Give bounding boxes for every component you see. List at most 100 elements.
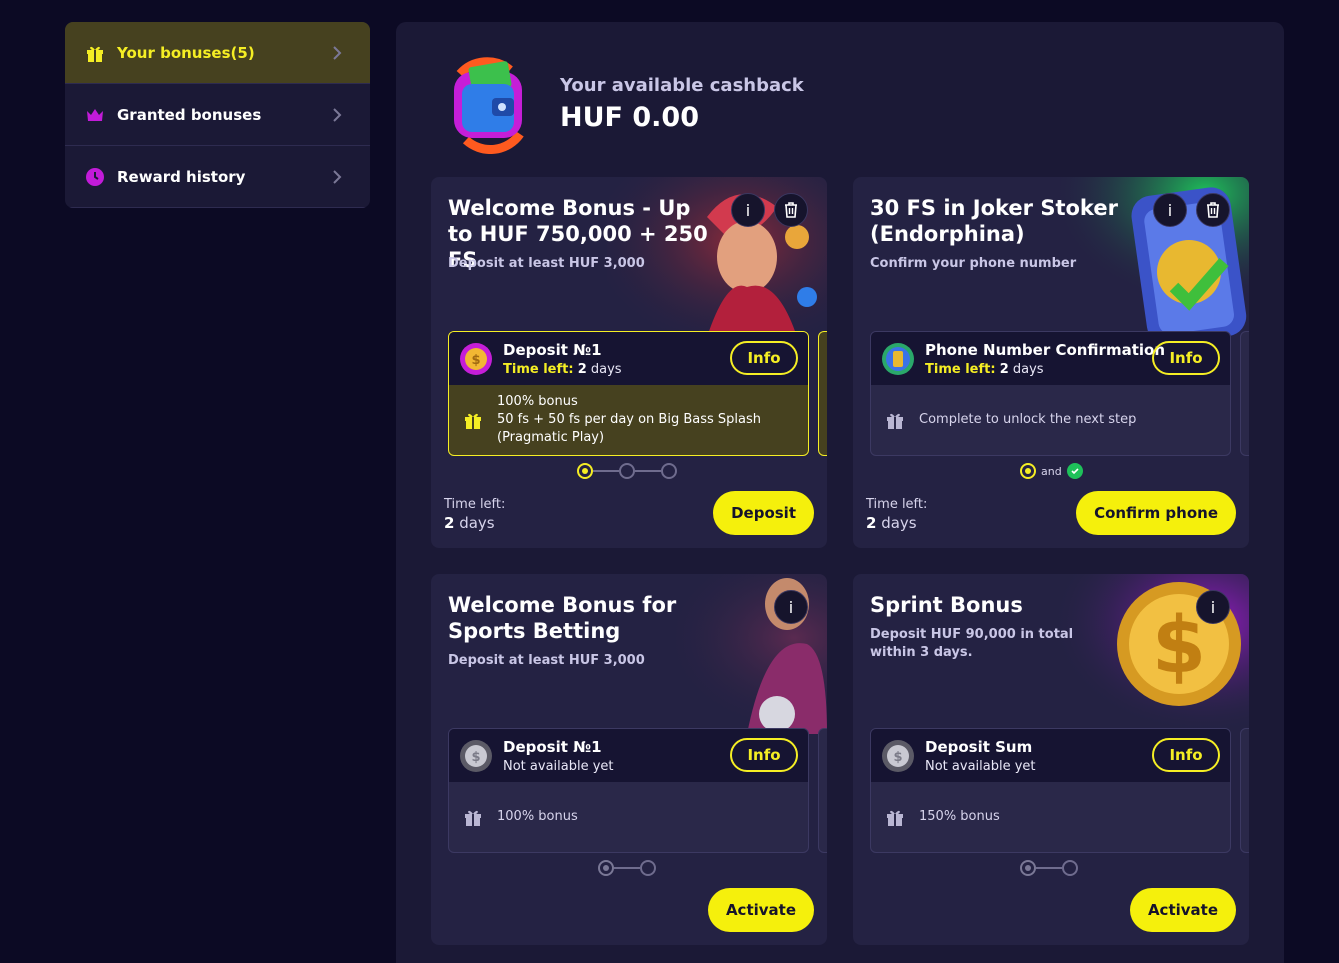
step-status: Not available yet: [925, 758, 1036, 774]
step-dot[interactable]: [619, 463, 635, 479]
sidebar-item-label: Reward history: [117, 167, 246, 186]
card-subtitle: Deposit at least HUF 3,000: [448, 256, 645, 271]
check-icon[interactable]: [1066, 463, 1083, 479]
step-dot[interactable]: [1020, 860, 1036, 876]
phone-coin-icon: [882, 342, 914, 375]
reward-line: 100% bonus: [497, 394, 578, 409]
reward-line: 50 fs + 50 fs per day on Big Bass Splash: [497, 412, 762, 427]
step-progress: and: [1020, 463, 1083, 479]
bonus-card-joker-stoker: 30 FS in Joker Stoker (Endorphina) Confi…: [853, 177, 1249, 548]
clock-icon: [85, 167, 105, 187]
step-name: Deposit №1: [503, 340, 602, 359]
next-step-peek[interactable]: [1240, 331, 1249, 456]
reward-line: 100% bonus: [497, 809, 578, 824]
and-label: and: [1041, 464, 1062, 478]
bonus-step: $ Deposit №1 Time left: 2 days Info 100%…: [448, 331, 809, 456]
activate-button[interactable]: Activate: [1129, 888, 1236, 932]
step-dot[interactable]: [577, 463, 593, 479]
step-status: Not available yet: [503, 758, 614, 774]
bonus-card-welcome: Welcome Bonus - Up to HUF 750,000 + 250 …: [431, 177, 827, 548]
cashback-value: HUF 0.00: [560, 102, 699, 133]
chevron-right-icon: [333, 108, 342, 122]
info-icon-button[interactable]: i: [1196, 590, 1230, 624]
bonuses-panel: Your available cashback HUF 0.00 Welcome…: [396, 22, 1284, 963]
crown-icon: [85, 105, 105, 125]
time-left-label: Time left:: [866, 497, 928, 512]
reward-line: 150% bonus: [919, 809, 1000, 824]
chevron-right-icon: [333, 46, 342, 60]
time-left-label: Time left:: [925, 361, 996, 377]
next-step-peek[interactable]: [1240, 728, 1249, 853]
sidebar-item-label: Your bonuses: [117, 43, 231, 62]
time-left-unit: days: [1012, 361, 1044, 377]
step-progress: [577, 463, 677, 479]
card-title: Welcome Bonus for Sports Betting: [448, 593, 677, 643]
sidebar-item-your-bonuses[interactable]: Your bonuses(5): [65, 22, 370, 84]
step-dot[interactable]: [1020, 463, 1036, 479]
next-step-peek[interactable]: [818, 728, 827, 853]
silver-coin-icon: $: [460, 739, 492, 772]
step-name: Phone Number Confirmation: [925, 340, 1165, 359]
step-dot[interactable]: [661, 463, 677, 479]
cashback-section: Your available cashback HUF 0.00: [440, 54, 804, 154]
step-name: Deposit Sum: [925, 737, 1033, 756]
gift-icon: [465, 413, 481, 429]
reward-line: (Pragmatic Play): [497, 430, 605, 445]
bonus-step: $ Deposit №1 Not available yet Info 100%…: [448, 728, 809, 853]
time-left-label: Time left:: [444, 497, 506, 512]
sidebar-item-reward-history[interactable]: Reward history: [65, 146, 370, 208]
card-subtitle: Confirm your phone number: [870, 256, 1077, 271]
step-dot[interactable]: [598, 860, 614, 876]
time-left-num: 2: [577, 361, 587, 377]
card-subtitle: Deposit at least HUF 3,000: [448, 653, 645, 668]
sidebar-item-granted-bonuses[interactable]: Granted bonuses: [65, 84, 370, 146]
time-left-unit: days: [590, 361, 622, 377]
step-progress: [598, 860, 656, 876]
info-button[interactable]: Info: [1152, 341, 1220, 375]
bonus-sidebar: Your bonuses(5) Granted bonuses Reward h…: [65, 22, 370, 208]
wallet-icon: [454, 57, 524, 154]
svg-text:$: $: [893, 750, 902, 765]
svg-text:$: $: [471, 353, 480, 368]
step-dot[interactable]: [640, 860, 656, 876]
step-progress: [1020, 860, 1078, 876]
svg-text:$: $: [471, 750, 480, 765]
info-button[interactable]: Info: [730, 341, 798, 375]
time-left-unit: days: [881, 514, 917, 532]
coin-icon: $: [460, 342, 492, 375]
step-name: Deposit №1: [503, 737, 602, 756]
cashback-label: Your available cashback: [560, 75, 804, 96]
bonus-step: $ Deposit Sum Not available yet Info 150…: [870, 728, 1231, 853]
time-left-unit: days: [459, 514, 495, 532]
bonus-count: (5): [230, 43, 255, 62]
info-icon-button[interactable]: i: [731, 193, 765, 227]
gift-icon: [465, 810, 481, 826]
chevron-right-icon: [333, 170, 342, 184]
deposit-button[interactable]: Deposit: [713, 491, 814, 535]
time-left-label: Time left:: [503, 361, 574, 377]
next-step-peek[interactable]: [818, 331, 827, 456]
bonus-card-sports: Welcome Bonus for Sports Betting Deposit…: [431, 574, 827, 945]
time-left-num: 2: [866, 514, 877, 532]
silver-coin-icon: $: [882, 739, 914, 772]
trash-icon[interactable]: [1196, 193, 1230, 227]
gift-icon: [85, 43, 105, 63]
confirm-phone-button[interactable]: Confirm phone: [1076, 491, 1236, 535]
sidebar-item-label: Granted bonuses: [117, 105, 262, 124]
card-title: 30 FS in Joker Stoker (Endorphina): [870, 196, 1118, 246]
info-icon-button[interactable]: i: [1153, 193, 1187, 227]
bonus-step: Phone Number Confirmation Time left: 2 d…: [870, 331, 1231, 456]
card-title: Sprint Bonus: [870, 593, 1023, 617]
gift-icon: [887, 810, 903, 826]
step-description: Complete to unlock the next step: [919, 412, 1137, 427]
info-button[interactable]: Info: [1152, 738, 1220, 772]
activate-button[interactable]: Activate: [707, 888, 814, 932]
card-subtitle: Deposit HUF 90,000 in total within 3 day…: [870, 627, 1074, 660]
bonus-card-sprint: $ Sprint Bonus Deposit HUF 90,000 in tot…: [853, 574, 1249, 945]
gift-icon: [887, 413, 903, 429]
info-button[interactable]: Info: [730, 738, 798, 772]
step-dot[interactable]: [1062, 860, 1078, 876]
info-icon-button[interactable]: i: [774, 590, 808, 624]
time-left-num: 2: [444, 514, 455, 532]
trash-icon[interactable]: [774, 193, 808, 227]
